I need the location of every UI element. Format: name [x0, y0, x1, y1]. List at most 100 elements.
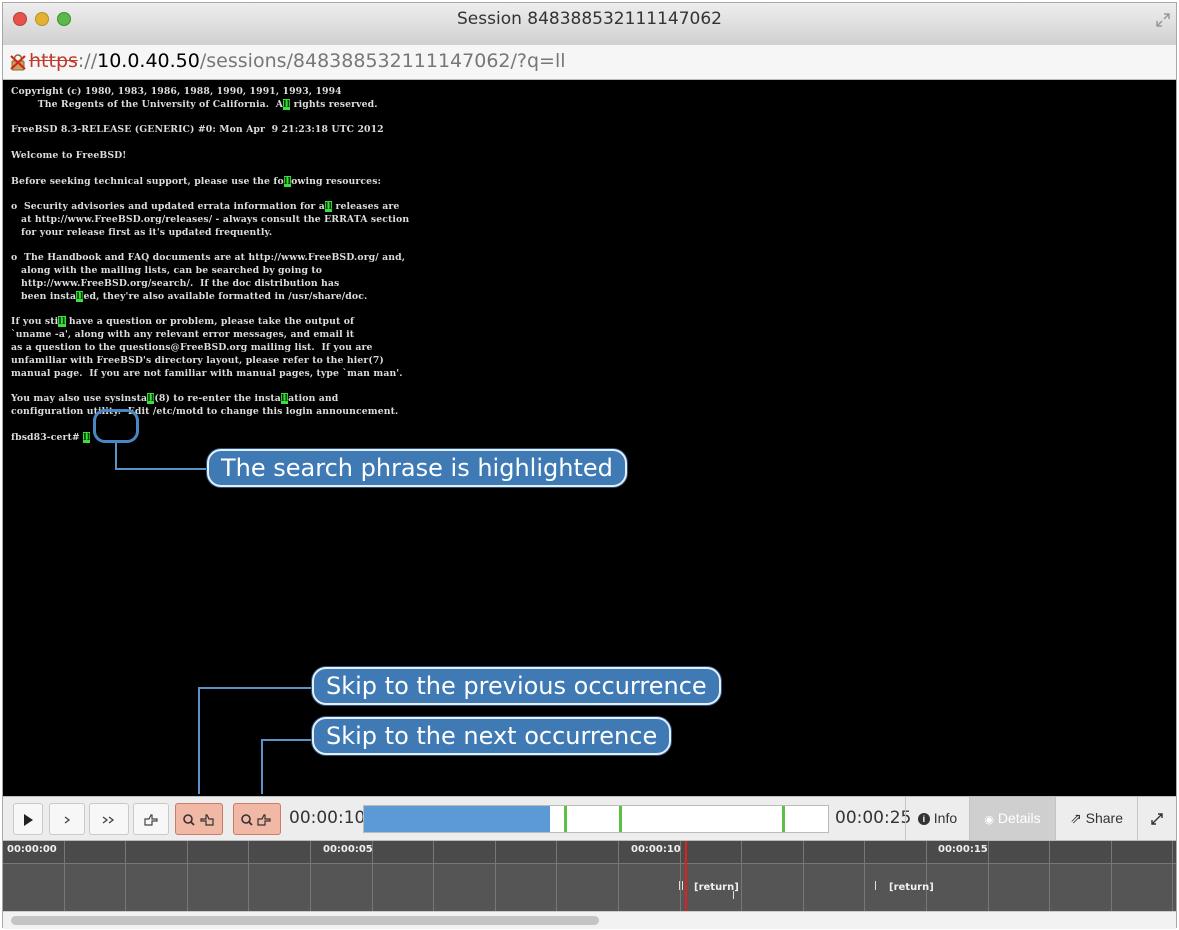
timeline-time-label: 00:00:15: [938, 844, 988, 855]
timeline-cell: [434, 841, 496, 911]
url-scheme: https: [29, 50, 78, 72]
url-text[interactable]: https://10.0.40.50/sessions/848388532111…: [29, 50, 566, 72]
terminal-line: You may also use sysinstall(8) to re-ent…: [11, 393, 339, 405]
url-host: 10.0.40.50: [97, 50, 200, 72]
tab-share[interactable]: ⇗ Share: [1055, 797, 1137, 840]
occurrence-marker[interactable]: [781, 806, 785, 832]
url-separator: ://: [77, 50, 98, 72]
tab-details-label: Details: [997, 810, 1041, 826]
terminal-line: along with the mailing lists, can be sea…: [11, 265, 323, 277]
timeline-time-label: 00:00:05: [323, 844, 373, 855]
player-controls: 00:00:10 00:00:25 i Info ◉ Details ⇗ Sha…: [3, 796, 1176, 841]
search-previous-icon: [183, 814, 214, 826]
timeline-cell: [681, 841, 743, 911]
session-timeline[interactable]: 00:00:00 00:00:05 00:00:10 00:00:15 [return]…: [3, 841, 1176, 911]
fullscreen-button[interactable]: [1137, 797, 1176, 840]
scrollbar-thumb[interactable]: [11, 916, 599, 925]
terminal-line: Welcome to FreeBSD!: [11, 150, 127, 161]
timeline-playhead[interactable]: [685, 841, 687, 911]
fullscreen-icon[interactable]: [1156, 13, 1170, 27]
address-bar[interactable]: https://10.0.40.50/sessions/848388532111…: [3, 45, 1176, 80]
callout-connector: [198, 687, 200, 794]
timeline-cell: [989, 841, 1051, 911]
timeline-scrollbar[interactable]: [3, 911, 1176, 929]
timeline-cell: [65, 841, 127, 911]
terminal-line: o The Handbook and FAQ documents are at …: [11, 252, 406, 264]
callout-previous-occurrence: Skip to the previous occurrence: [312, 667, 721, 705]
occurrence-marker[interactable]: [563, 806, 567, 832]
timeline-cell: [126, 841, 188, 911]
callout-connector: [115, 443, 117, 470]
search-highlight: ll: [283, 175, 292, 187]
callout-connector: [115, 468, 209, 470]
occurrence-marker[interactable]: [619, 806, 623, 832]
search-highlight: ll: [280, 393, 289, 405]
fast-forward-icon: [64, 816, 71, 824]
eye-icon: ◉: [984, 814, 994, 826]
search-highlight: ll: [147, 393, 155, 405]
terminal-line: The Regents of the University of Califor…: [11, 98, 378, 110]
insecure-lock-icon: [10, 54, 26, 71]
play-icon: [24, 813, 33, 826]
terminal-line: Copyright (c) 1980, 1983, 1986, 1988, 19…: [11, 86, 342, 97]
search-highlight: ll: [76, 290, 84, 302]
fast-forward-button[interactable]: [49, 803, 85, 835]
fastest-forward-button[interactable]: [89, 803, 129, 835]
timeline-keystroke-tick: [875, 881, 876, 890]
timeline-cell: [373, 841, 435, 911]
timeline-cell: [1112, 841, 1174, 911]
callout-next-occurrence: Skip to the next occurrence: [312, 717, 672, 755]
timeline-time-label: 00:00:00: [7, 844, 57, 855]
progress-fill: [364, 806, 550, 832]
terminal-line: FreeBSD 8.3-RELEASE (GENERIC) #0: Mon Ap…: [11, 124, 384, 136]
search-highlight: ll: [283, 98, 291, 110]
terminal-line: unfamiliar with FreeBSD's directory layo…: [11, 354, 384, 366]
share-icon: ⇗: [1070, 810, 1082, 826]
timeline-event[interactable]: [return]: [889, 882, 934, 893]
tab-info[interactable]: i Info: [905, 797, 969, 840]
timeline-cell: [804, 841, 866, 911]
timeline-cell: [1050, 841, 1112, 911]
tab-info-label: Info: [933, 810, 958, 826]
terminal-line: manual page. If you are not familiar wit…: [11, 367, 403, 379]
expand-icon: [1151, 813, 1163, 825]
window-title: Session 848388532111147062: [457, 9, 722, 29]
terminal-line: at http://www.FreeBSD.org/releases/ - al…: [11, 214, 410, 225]
tab-details[interactable]: ◉ Details: [969, 797, 1055, 840]
next-occurrence-button[interactable]: [233, 803, 281, 835]
terminal-line: If you still have a question or problem,…: [11, 316, 355, 328]
terminal-line: http://www.FreeBSD.org/search/. If the d…: [11, 278, 340, 289]
terminal-line: for your release first as it's updated f…: [11, 226, 273, 238]
terminal-line: o Security advisories and updated errata…: [11, 201, 400, 213]
terminal-line: fbsd83-cert# ll: [11, 431, 91, 443]
timeline-time-label: 00:00:10: [631, 844, 681, 855]
terminal-line: been installed, they're also available f…: [11, 290, 368, 302]
skip-forward-button[interactable]: [133, 803, 169, 835]
end-time: 00:00:25: [835, 808, 912, 828]
info-icon: i: [917, 813, 930, 826]
tab-share-label: Share: [1085, 810, 1123, 826]
timeline-cell: [557, 841, 619, 911]
terminal-line: `uname -a', along with any relevant erro…: [11, 329, 355, 341]
terminal-line: Before seeking technical support, please…: [11, 175, 382, 187]
callout-connector: [198, 687, 314, 689]
search-highlight: ll: [324, 201, 333, 213]
search-highlight: ll: [83, 431, 91, 443]
callout-connector: [261, 739, 263, 794]
previous-occurrence-button[interactable]: [175, 803, 223, 835]
timeline-keystroke-tick: [679, 881, 680, 890]
timeline-cell: [496, 841, 558, 911]
browser-window: Session 848388532111147062 https://10.0.…: [2, 2, 1177, 929]
timeline-keystroke-tick: [733, 891, 734, 899]
search-highlight: ll: [58, 316, 66, 328]
timeline-cell: [742, 841, 804, 911]
playback-progress[interactable]: [363, 805, 829, 833]
url-path: /sessions/848388532111147062/?q=ll: [199, 50, 566, 72]
title-bar: Session 848388532111147062: [3, 3, 1176, 46]
play-button[interactable]: [13, 803, 43, 835]
timeline-keystroke-tick: [682, 881, 683, 890]
timeline-cell: [865, 841, 927, 911]
search-next-icon: [241, 814, 271, 826]
terminal-line: configuration utility. Edit /etc/motd to…: [11, 406, 399, 417]
callout-search-highlighted: The search phrase is highlighted: [207, 449, 627, 487]
